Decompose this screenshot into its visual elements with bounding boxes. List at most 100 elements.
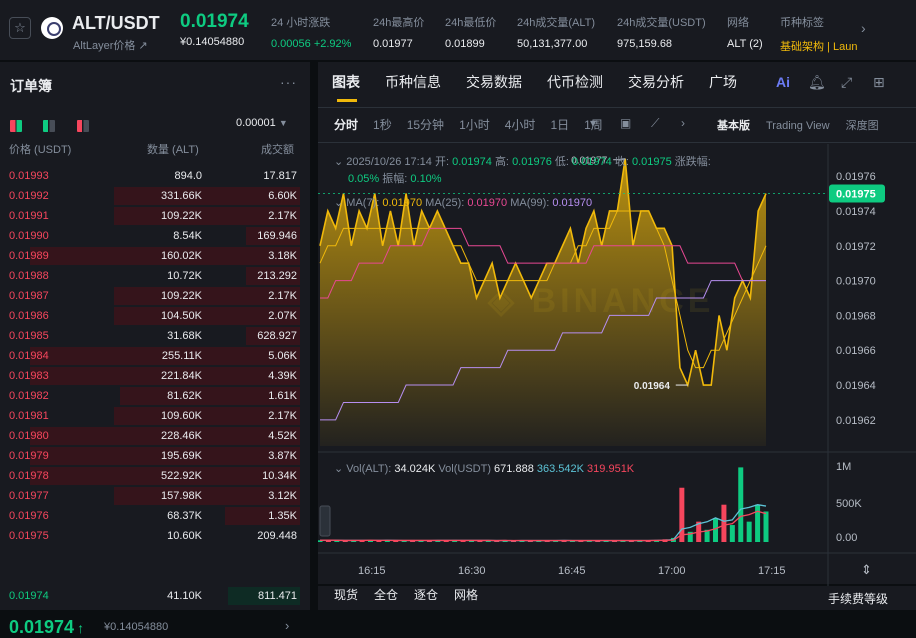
ask-row[interactable]: 0.01988 10.72K 213.292 [0, 266, 300, 286]
ask-price: 0.01975 [9, 530, 49, 542]
vol-usdt: 671.888 [494, 463, 534, 475]
ai-icon[interactable]: Ai [776, 74, 790, 90]
ask-row[interactable]: 0.01975 10.60K 209.448 [0, 526, 300, 546]
book-asks-icon[interactable] [76, 120, 89, 132]
stat-label: 24h最高价 [373, 17, 425, 29]
ask-row[interactable]: 0.01977 157.98K 3.12K [0, 486, 300, 506]
tab-3[interactable]: 代币检测 [547, 74, 603, 90]
y-tick-label: 0.01968 [836, 310, 876, 322]
trade-tab-2[interactable]: 逐仓 [414, 588, 438, 602]
chevron-right-icon[interactable]: › [681, 116, 685, 130]
interval-1[interactable]: 1秒 [373, 118, 392, 132]
favorite-star-icon[interactable]: ☆ [9, 17, 31, 39]
interval-0[interactable]: 分时 [334, 118, 358, 132]
ask-total: 3.12K [268, 490, 297, 502]
calendar-icon[interactable]: ▣ [620, 116, 631, 130]
chevron-right-icon[interactable]: › [861, 20, 866, 36]
ask-qty: 31.68K [167, 330, 202, 342]
interval-4[interactable]: 4小时 [505, 118, 536, 132]
trade-tab-0[interactable]: 现货 [334, 588, 358, 602]
ask-price: 0.01980 [9, 430, 49, 442]
orderbook-last-price[interactable]: 0.01974 ↑ [9, 617, 84, 638]
ask-total: 169.946 [257, 230, 297, 242]
vol-alt: 34.024K [394, 463, 436, 475]
caret-down-icon: ▼ [278, 118, 288, 128]
stat-value: 50,131,377.00 [517, 38, 588, 50]
ask-row[interactable]: 0.01980 228.46K 4.52K [0, 426, 300, 446]
ask-row[interactable]: 0.01983 221.84K 4.39K [0, 366, 300, 386]
ask-row[interactable]: 0.01981 109.60K 2.17K [0, 406, 300, 426]
interval-dropdown[interactable]: ▾ [590, 116, 596, 130]
divider [318, 142, 916, 143]
ask-row[interactable]: 0.01984 255.11K 5.06K [0, 346, 300, 366]
ask-price: 0.01987 [9, 290, 49, 302]
ask-price: 0.01985 [9, 330, 49, 342]
scroll-handle [319, 505, 331, 537]
layout-icon[interactable]: ⊞ [873, 74, 885, 91]
ask-price: 0.01978 [9, 470, 49, 482]
tab-2[interactable]: 交易数据 [466, 74, 522, 90]
ask-row[interactable]: 0.01993 894.0 17.817 [0, 166, 300, 186]
tab-1[interactable]: 币种信息 [385, 74, 441, 90]
price-chart[interactable]: 0.01976 0.01974 0.01972 0.01970 0.01968 0.019… [318, 144, 916, 586]
stat-5[interactable]: 网络 ALT (2) [727, 14, 763, 50]
ask-total: 209.448 [257, 530, 297, 542]
ask-row[interactable]: 0.01976 68.37K 1.35K [0, 506, 300, 526]
stat-3: 24h成交量(ALT) 50,131,377.00 [517, 14, 595, 50]
tab-5[interactable]: 广场 [709, 74, 737, 90]
ask-row[interactable]: 0.01990 8.54K 169.946 [0, 226, 300, 246]
ohlc-info: ⌄ 2025/10/26 17:14 开: 0.01974 高: 0.01976… [334, 153, 711, 169]
tab-0[interactable]: 图表 [332, 74, 360, 90]
book-both-icon[interactable] [10, 120, 22, 132]
bell-icon[interactable]: 🔔︎ [808, 74, 826, 91]
y-tick-label: 0.01966 [836, 345, 876, 357]
precision-select[interactable]: 0.00001 ▼ [236, 117, 288, 129]
ma99-label: MA(99): [510, 197, 550, 209]
ask-total: 1.35K [268, 510, 297, 522]
view-1[interactable]: Trading View [766, 120, 830, 132]
bid-row[interactable]: 0.01974 41.10K 811.471 [0, 586, 300, 606]
ma7-value: 0.01970 [382, 197, 423, 209]
ask-row[interactable]: 0.01985 31.68K 628.927 [0, 326, 300, 346]
view-2[interactable]: 深度图 [846, 120, 879, 132]
volume-bar [755, 504, 761, 542]
interval-2[interactable]: 15分钟 [407, 118, 444, 132]
orderbook-panel: 订单簿 ··· 0.00001 ▼ 价格 (USDT) 数量 (ALT) 成交额… [0, 62, 310, 637]
expand-icon[interactable]: ⤢ [841, 74, 852, 91]
more-icon[interactable]: ··· [280, 74, 297, 90]
trade-tab-3[interactable]: 网格 [454, 588, 478, 602]
ohlc-amp-label: 振幅: [382, 173, 408, 185]
pair-name[interactable]: ALT/USDT [72, 13, 160, 34]
indicator-icon[interactable]: ⟋ [651, 116, 659, 131]
ask-qty: 157.98K [161, 490, 202, 502]
stat-6[interactable]: 币种标签 基础架构 | Laun [780, 14, 857, 54]
ask-qty: 10.72K [167, 270, 202, 282]
view-0[interactable]: 基本版 [717, 120, 750, 132]
trade-tab-1[interactable]: 全仓 [374, 588, 398, 602]
interval-5[interactable]: 1日 [550, 118, 569, 132]
vol-tick-label: 1M [836, 461, 851, 473]
ask-row[interactable]: 0.01991 109.22K 2.17K [0, 206, 300, 226]
book-bids-icon[interactable] [43, 120, 56, 132]
vol-info: ⌄ Vol(ALT): 34.024K Vol(USDT) 671.888 36… [334, 462, 634, 475]
ask-row[interactable]: 0.01986 104.50K 2.07K [0, 306, 300, 326]
interval-3[interactable]: 1小时 [459, 118, 490, 132]
fee-level[interactable]: 手续费等级 [828, 590, 888, 607]
ask-row[interactable]: 0.01978 522.92K 10.34K [0, 466, 300, 486]
tab-4[interactable]: 交易分析 [628, 74, 684, 90]
ask-price: 0.01986 [9, 310, 49, 322]
ohlc-open-label: 开: [434, 156, 450, 168]
ask-qty: 221.84K [161, 370, 202, 382]
ask-row[interactable]: 0.01979 195.69K 3.87K [0, 446, 300, 466]
ask-total: 4.39K [268, 370, 297, 382]
stat-label: 24h成交量(USDT) [617, 17, 706, 29]
ask-row[interactable]: 0.01989 160.02K 3.18K [0, 246, 300, 266]
ask-qty: 81.62K [167, 390, 202, 402]
ask-row[interactable]: 0.01982 81.62K 1.61K [0, 386, 300, 406]
pair-price-link[interactable]: AltLayer价格 ↗ [73, 37, 148, 53]
ma-info: ⌄ MA(7): 0.01970 MA(25): 0.01970 MA(99):… [334, 196, 592, 209]
ask-row[interactable]: 0.01987 109.22K 2.17K [0, 286, 300, 306]
chevron-right-icon[interactable]: › [285, 618, 289, 633]
ask-row[interactable]: 0.01992 331.66K 6.60K [0, 186, 300, 206]
stat-0: 24 小时涨跌 0.00056 +2.92% [271, 14, 351, 50]
